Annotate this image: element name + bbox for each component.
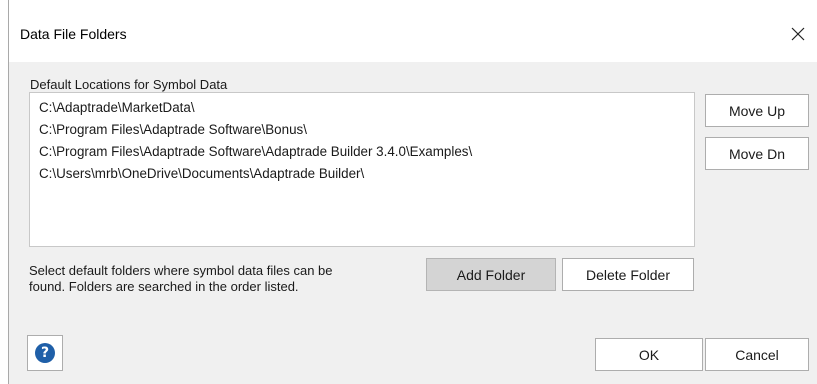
delete-folder-button[interactable]: Delete Folder — [562, 258, 694, 291]
help-text: Select default folders where symbol data… — [29, 263, 333, 294]
move-down-button[interactable]: Move Dn — [705, 137, 809, 170]
locations-listbox[interactable]: C:\Adaptrade\MarketData\ C:\Program File… — [29, 92, 695, 247]
ok-button[interactable]: OK — [595, 338, 703, 371]
title-bar: Data File Folders — [9, 0, 817, 62]
list-item[interactable]: C:\Adaptrade\MarketData\ — [30, 97, 694, 119]
dialog-title: Data File Folders — [20, 26, 127, 42]
add-folder-button[interactable]: Add Folder — [426, 258, 556, 291]
locations-label: Default Locations for Symbol Data — [30, 77, 228, 92]
close-button[interactable] — [778, 14, 817, 54]
move-up-button[interactable]: Move Up — [705, 94, 809, 127]
list-item[interactable]: C:\Program Files\Adaptrade Software\Bonu… — [30, 119, 694, 141]
help-button[interactable]: ? — [27, 335, 63, 371]
help-icon: ? — [35, 343, 55, 363]
list-item[interactable]: C:\Users\mrb\OneDrive\Documents\Adaptrad… — [30, 163, 694, 185]
cancel-button[interactable]: Cancel — [705, 338, 809, 371]
list-item[interactable]: C:\Program Files\Adaptrade Software\Adap… — [30, 141, 694, 163]
data-file-folders-dialog: Data File Folders Default Locations for … — [8, 0, 817, 384]
close-icon — [791, 27, 805, 41]
